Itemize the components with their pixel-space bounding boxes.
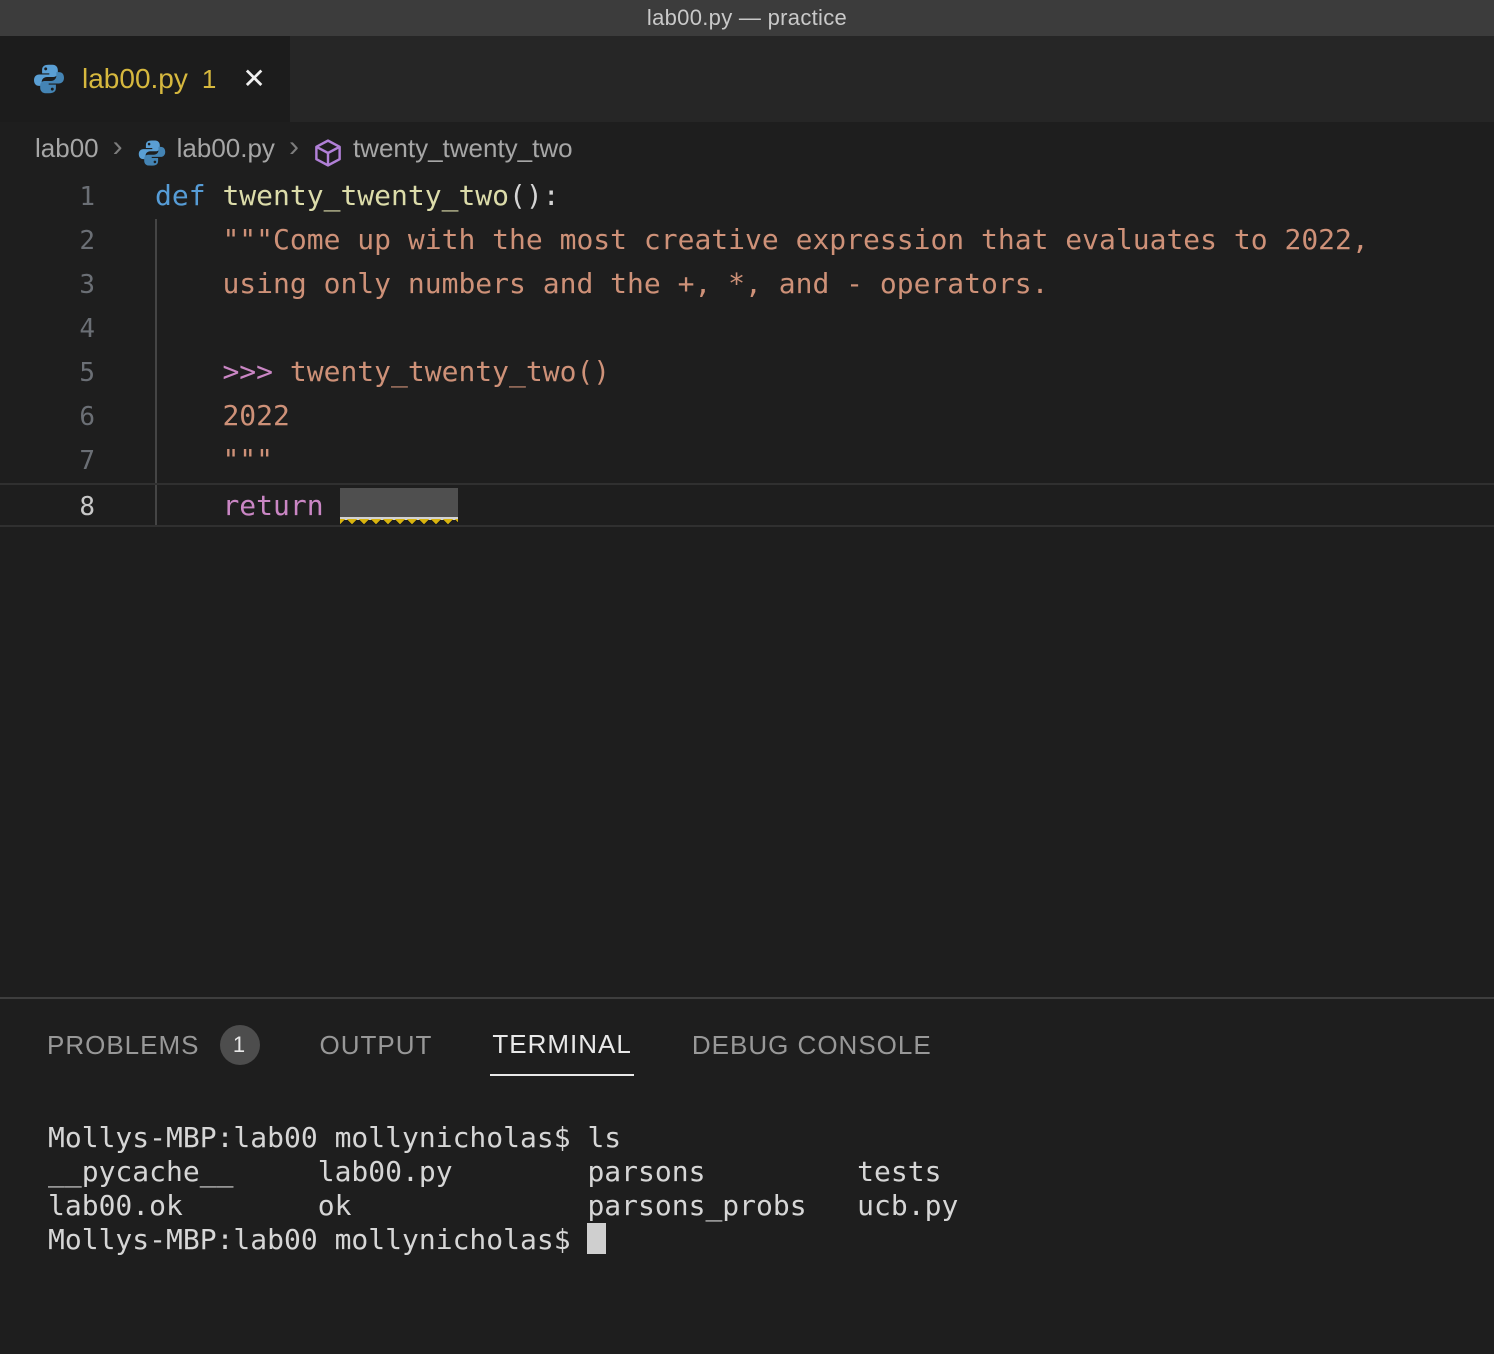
tab-problem-count: 1 — [202, 64, 216, 95]
code-line-3[interactable]: 3 using only numbers and the +, *, and -… — [0, 263, 1494, 307]
panel-tab-label: TERMINAL — [492, 1029, 631, 1060]
terminal-line: lab00.ok ok parsons_probs ucb.py — [48, 1189, 1494, 1223]
code-line-7[interactable]: 7 """ — [0, 439, 1494, 483]
chevron-right-icon: › — [113, 130, 123, 164]
window-title: lab00.py — practice — [647, 5, 847, 31]
selected-blank-warning[interactable] — [340, 488, 458, 520]
breadcrumb-file[interactable]: lab00.py — [177, 133, 275, 164]
panel-tab-label: DEBUG CONSOLE — [692, 1030, 932, 1061]
breadcrumb: lab00 › lab00.py › twenty_twenty_two — [0, 122, 1494, 175]
line-number: 5 — [0, 351, 95, 395]
code-line-5[interactable]: 5 >>> twenty_twenty_two() — [0, 351, 1494, 395]
panel-tab-label: PROBLEMS — [47, 1030, 200, 1061]
line-number: 7 — [0, 439, 95, 483]
terminal-output[interactable]: Mollys-MBP:lab00 mollynicholas$ ls__pyca… — [0, 1091, 1494, 1257]
code-line-text: """ — [155, 439, 1494, 483]
tab-lab00-py[interactable]: lab00.py 1 ✕ — [0, 36, 290, 122]
terminal-line: Mollys-MBP:lab00 mollynicholas$ — [48, 1223, 1494, 1257]
close-icon[interactable]: ✕ — [242, 65, 265, 93]
line-number: 4 — [0, 307, 95, 351]
line-number: 2 — [0, 219, 95, 263]
panel-tab-bar: PROBLEMS 1 OUTPUT TERMINAL DEBUG CONSOLE — [0, 999, 1494, 1091]
problems-count-badge: 1 — [220, 1025, 260, 1065]
editor-tab-bar: lab00.py 1 ✕ — [0, 36, 1494, 122]
code-line-text: def twenty_twenty_two(): — [155, 175, 1494, 219]
panel-tab-problems[interactable]: PROBLEMS 1 — [45, 1011, 262, 1079]
code-line-text: 2022 — [155, 395, 1494, 439]
line-number: 6 — [0, 395, 95, 439]
python-icon — [137, 138, 167, 168]
terminal-line: __pycache__ lab00.py parsons tests — [48, 1155, 1494, 1189]
code-lines: 1def twenty_twenty_two():2 """Come up wi… — [0, 175, 1494, 527]
terminal-cursor — [587, 1223, 606, 1254]
code-line-8[interactable]: 8 return — [0, 483, 1494, 527]
code-line-1[interactable]: 1 def twenty_twenty_two(): — [0, 175, 1494, 219]
symbol-cube-icon — [313, 138, 343, 168]
python-icon — [32, 62, 66, 96]
code-editor[interactable]: 1def twenty_twenty_two():2 """Come up wi… — [0, 175, 1494, 997]
tab-filename: lab00.py — [82, 63, 188, 95]
code-line-text — [155, 307, 1494, 351]
line-number: 3 — [0, 263, 95, 307]
bottom-panel: PROBLEMS 1 OUTPUT TERMINAL DEBUG CONSOLE Mol… — [0, 997, 1494, 1354]
code-line-6[interactable]: 6 2022 — [0, 395, 1494, 439]
panel-tab-output[interactable]: OUTPUT — [318, 1016, 435, 1075]
code-line-text: >>> twenty_twenty_two() — [155, 351, 1494, 395]
title-bar: lab00.py — practice — [0, 0, 1494, 36]
panel-tab-terminal[interactable]: TERMINAL — [490, 1015, 633, 1076]
line-number: 8 — [0, 485, 95, 525]
breadcrumb-folder[interactable]: lab00 — [35, 133, 99, 164]
code-line-text: return — [155, 485, 1494, 525]
terminal-line: Mollys-MBP:lab00 mollynicholas$ ls — [48, 1121, 1494, 1155]
code-line-2[interactable]: 2 """Come up with the most creative expr… — [0, 219, 1494, 263]
code-line-4[interactable]: 4 — [0, 307, 1494, 351]
chevron-right-icon: › — [289, 130, 299, 164]
line-number: 1 — [0, 175, 95, 219]
breadcrumb-symbol[interactable]: twenty_twenty_two — [353, 133, 573, 164]
panel-tab-debug-console[interactable]: DEBUG CONSOLE — [690, 1016, 934, 1075]
code-line-text: using only numbers and the +, *, and - o… — [155, 263, 1494, 307]
panel-tab-label: OUTPUT — [320, 1030, 433, 1061]
code-line-text: """Come up with the most creative expres… — [155, 219, 1494, 263]
